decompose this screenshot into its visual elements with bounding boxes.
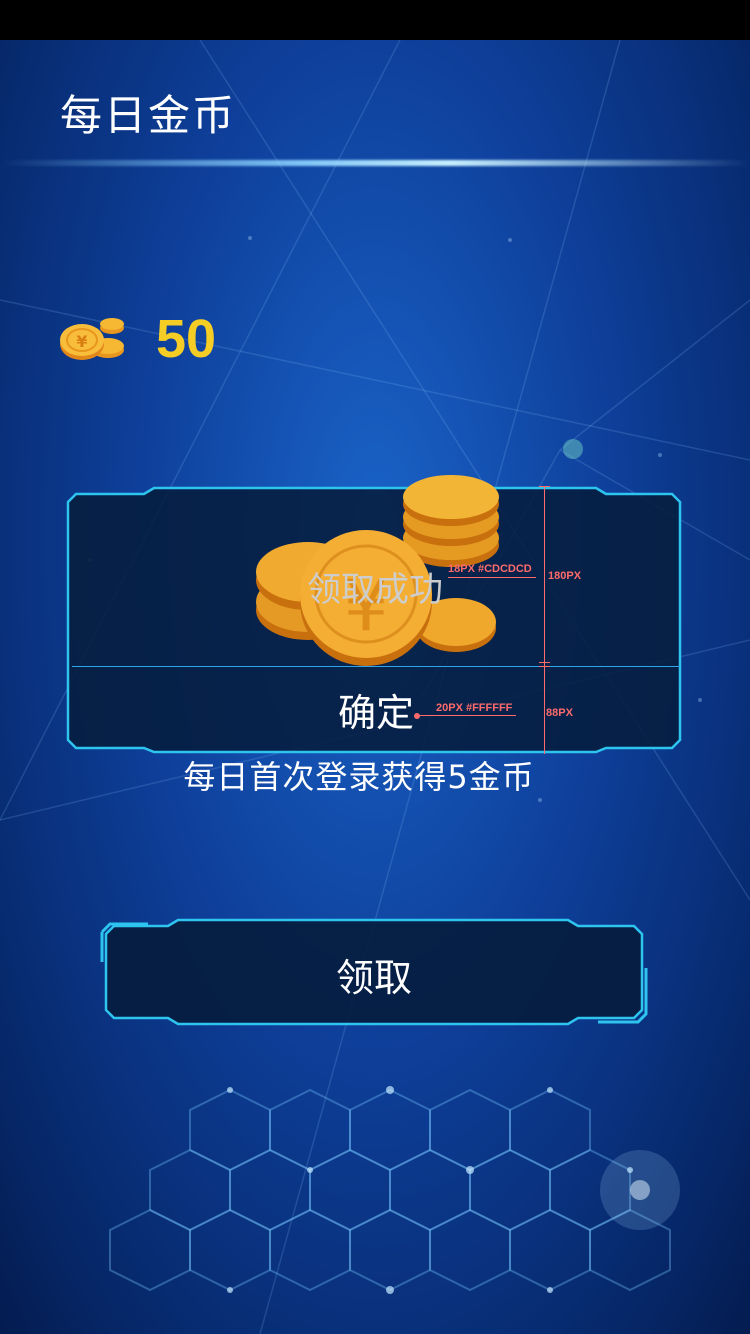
header-glow-line: [0, 160, 750, 166]
spec-button-underline: [420, 715, 516, 716]
page-title: 每日金币: [60, 91, 237, 140]
spec-button-label: 20PX #FFFFFF: [436, 702, 513, 714]
dialog-divider: [72, 666, 680, 667]
confirm-button[interactable]: 确定: [72, 668, 680, 750]
spec-tick: [539, 486, 550, 487]
spec-title-underline: [448, 577, 536, 578]
spec-title-label: 18PX #CDCDCD: [448, 563, 532, 575]
spec-tick: [539, 662, 550, 663]
spec-dot: [414, 713, 420, 719]
spec-height-label: 180PX: [548, 570, 582, 582]
status-bar: [0, 0, 750, 40]
svg-text:¥: ¥: [76, 332, 87, 351]
spec-tick: [539, 666, 550, 667]
coin-balance: 50: [156, 309, 217, 369]
reward-description: 每日首次登录获得5金币: [183, 758, 535, 796]
spec-height-line: [544, 486, 545, 754]
claim-button[interactable]: 领取: [98, 918, 650, 1030]
dialog-title: 领取成功: [307, 570, 443, 610]
claim-button-label: 领取: [335, 955, 412, 1000]
confirm-button-label: 确定: [337, 690, 414, 735]
spec-button-height-label: 88PX: [546, 707, 573, 719]
coin-stack-icon: ¥: [60, 318, 124, 360]
